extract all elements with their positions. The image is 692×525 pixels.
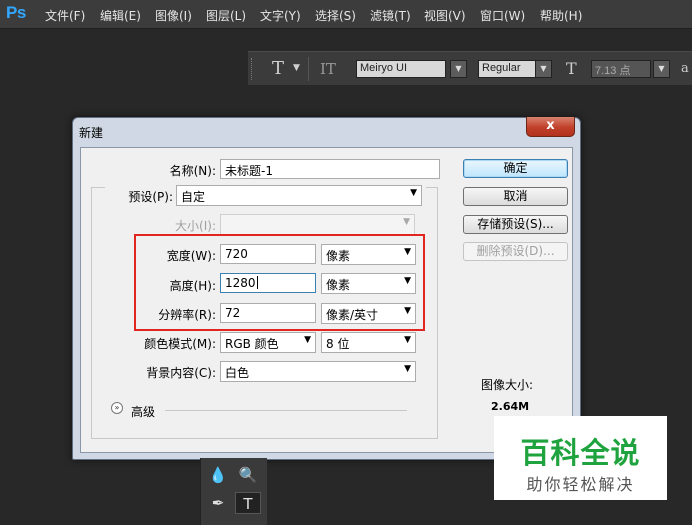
preset-label: 预设(P):: [128, 190, 173, 204]
color-mode-label: 颜色模式(M):: [144, 337, 216, 351]
size-label: 大小(I):: [175, 219, 216, 233]
chevron-down-icon: ▼: [410, 188, 417, 198]
tools-panel: 💧 🔍 ✒ T: [200, 458, 267, 525]
close-icon: x: [546, 118, 555, 133]
menu-view[interactable]: 视图(V): [424, 7, 466, 24]
font-style-dropdown-icon[interactable]: ▼: [535, 60, 552, 78]
blur-tool-icon[interactable]: 💧: [205, 464, 231, 486]
font-family-field[interactable]: Meiryo UI: [356, 60, 446, 78]
dialog-title: 新建: [79, 126, 104, 140]
ok-button[interactable]: 确定: [463, 159, 568, 178]
size-select: ▼: [220, 214, 415, 235]
background-label: 背景内容(C):: [146, 366, 216, 380]
options-bar-grip[interactable]: [251, 58, 254, 80]
background-select[interactable]: 白色 ▼: [220, 361, 416, 382]
cancel-button[interactable]: 取消: [463, 187, 568, 206]
delete-preset-button: 删除预设(D)...: [463, 242, 568, 261]
anti-alias-icon[interactable]: a: [681, 61, 689, 76]
menu-window[interactable]: 窗口(W): [480, 7, 525, 24]
background-value: 白色: [225, 366, 250, 380]
bit-depth-select[interactable]: 8 位 ▼: [321, 332, 416, 353]
dodge-tool-icon[interactable]: 🔍: [235, 464, 261, 486]
font-family-dropdown-icon[interactable]: ▼: [450, 60, 467, 78]
menu-file[interactable]: 文件(F): [45, 7, 85, 24]
watermark-title: 百科全说: [520, 436, 641, 470]
chevron-down-icon: ▼: [304, 335, 311, 345]
image-size-label: 图像大小:: [481, 378, 534, 392]
group-border: [437, 187, 438, 439]
bit-depth-value: 8 位: [326, 337, 350, 351]
close-button[interactable]: x: [526, 117, 575, 137]
type-tool-icon[interactable]: T: [272, 58, 284, 79]
advanced-label[interactable]: 高级: [131, 403, 155, 420]
pen-tool-icon[interactable]: ✒: [205, 492, 231, 514]
color-mode-select[interactable]: RGB 颜色 ▼: [220, 332, 316, 353]
menu-bar: Ps 文件(F) 编辑(E) 图像(I) 图层(L) 文字(Y) 选择(S) 滤…: [0, 0, 692, 29]
group-border: [91, 438, 437, 439]
menu-type[interactable]: 文字(Y): [260, 7, 301, 24]
chevron-down-icon: ▼: [403, 217, 410, 227]
chevron-down-icon: ▼: [404, 364, 411, 374]
font-style-field[interactable]: Regular: [478, 60, 536, 78]
preset-select[interactable]: 自定 ▼: [176, 185, 422, 206]
font-size-dropdown-icon[interactable]: ▼: [653, 60, 670, 78]
type-options-bar: T ▼ IT Meiryo UI ▼ Regular ▼ T 7.13 点 ▼ …: [248, 51, 692, 85]
chevron-down-icon: ▼: [404, 335, 411, 345]
group-border: [91, 187, 92, 439]
font-size-icon: T: [566, 59, 577, 78]
menu-layer[interactable]: 图层(L): [206, 7, 246, 24]
group-border: [426, 187, 437, 188]
highlight-box: [134, 234, 425, 331]
font-size-field[interactable]: 7.13 点: [591, 60, 651, 78]
menu-image[interactable]: 图像(I): [155, 7, 192, 24]
color-mode-value: RGB 颜色: [225, 337, 279, 351]
separator: [308, 57, 309, 81]
name-label: 名称(N):: [169, 164, 216, 178]
preset-value: 自定: [181, 190, 206, 204]
advanced-divider: [165, 410, 407, 411]
name-input[interactable]: 未标题-1: [220, 159, 440, 179]
image-size-value: 2.64M: [491, 400, 530, 413]
type-tool-icon[interactable]: T: [235, 492, 261, 514]
photoshop-logo: Ps: [6, 3, 26, 22]
menu-help[interactable]: 帮助(H): [540, 7, 582, 24]
menu-filter[interactable]: 滤镜(T): [370, 7, 411, 24]
tool-preset-caret-icon[interactable]: ▼: [293, 63, 300, 73]
menu-edit[interactable]: 编辑(E): [100, 7, 141, 24]
menu-select[interactable]: 选择(S): [315, 7, 356, 24]
save-preset-button[interactable]: 存储预设(S)...: [463, 215, 568, 234]
text-orientation-icon[interactable]: IT: [320, 60, 336, 78]
watermark-logo: 百科全说 助你轻松解决: [494, 416, 667, 500]
watermark-subtitle: 助你轻松解决: [526, 475, 635, 494]
advanced-toggle-icon[interactable]: »: [111, 402, 123, 414]
